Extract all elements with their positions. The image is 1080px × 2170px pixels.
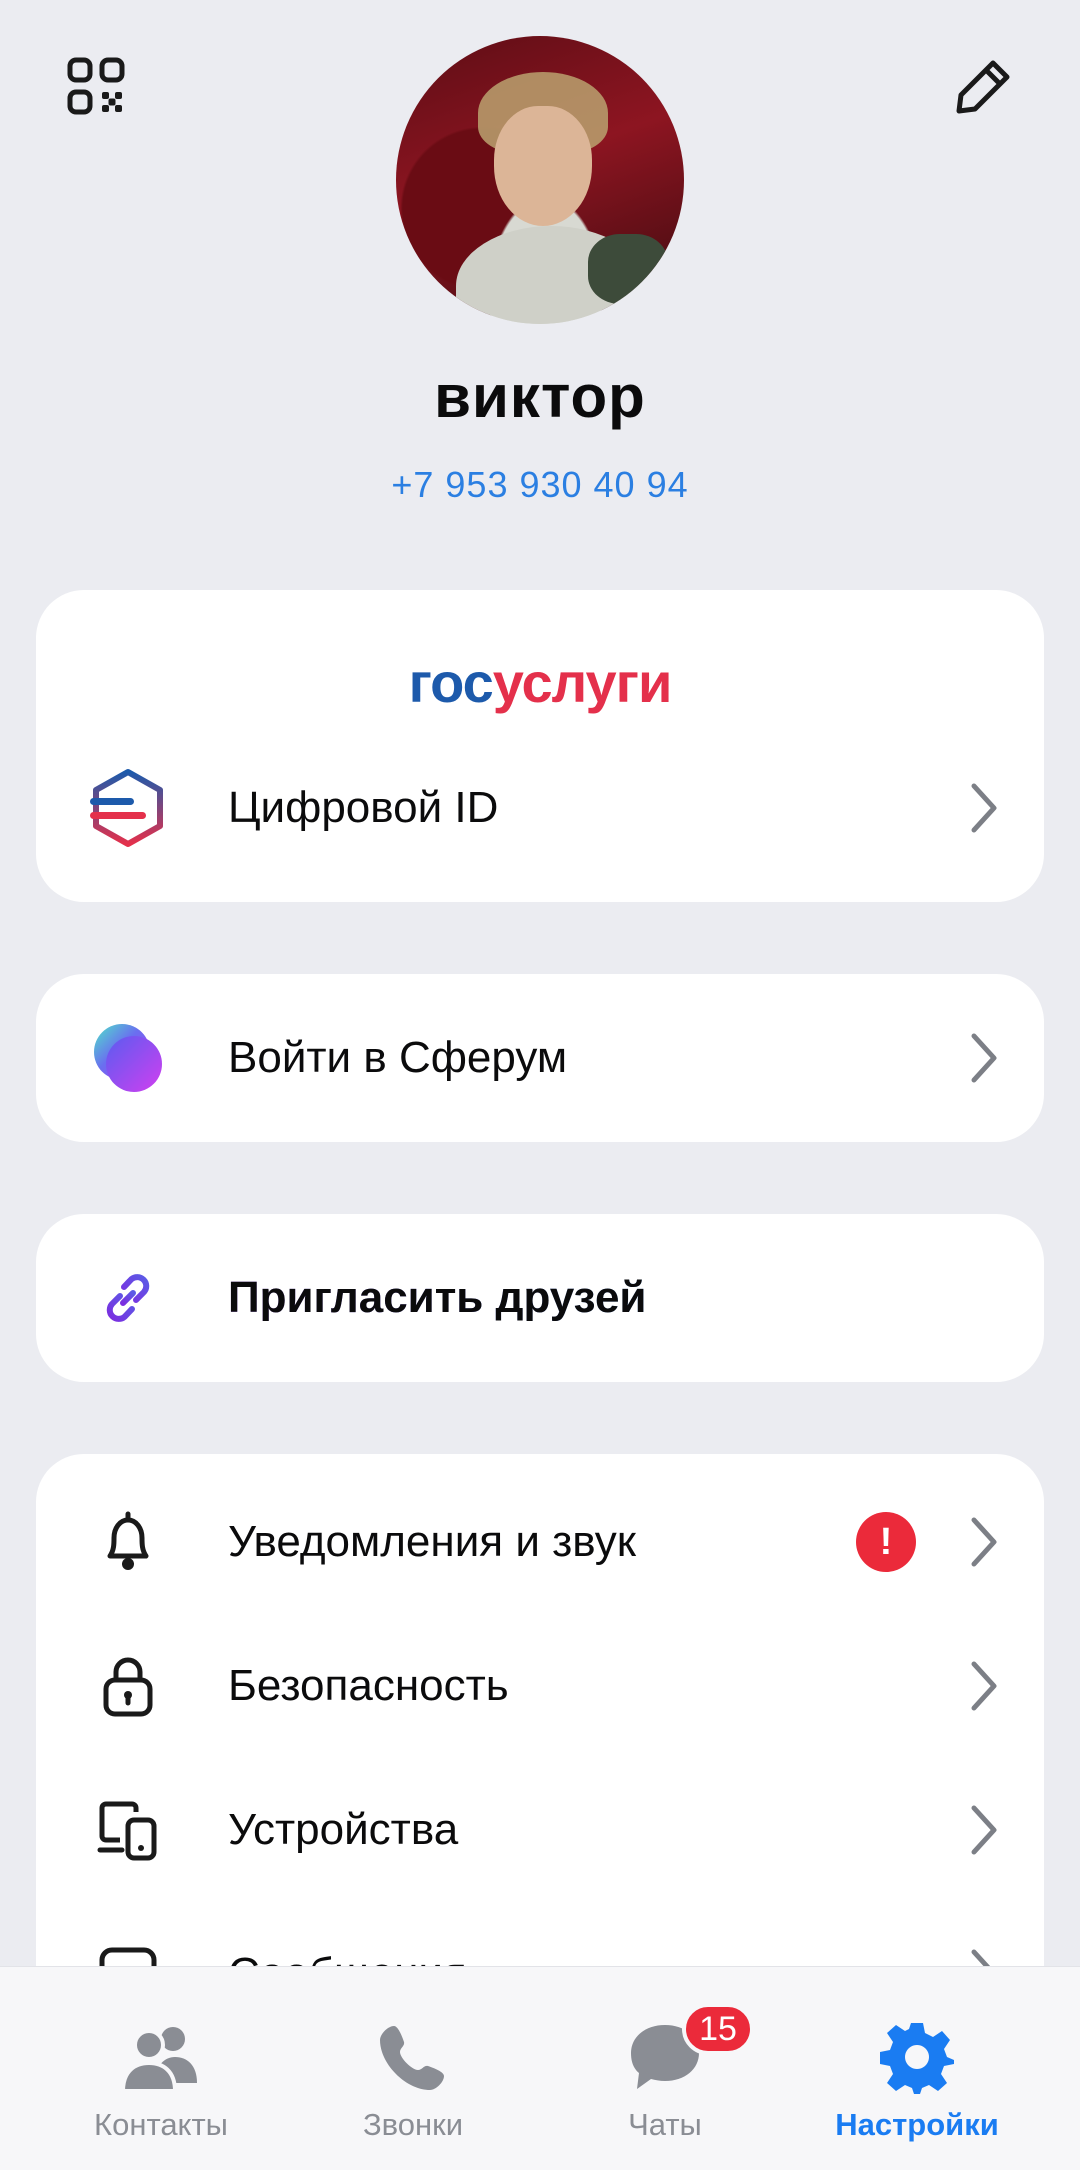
edit-profile-button[interactable] [948,50,1020,122]
nav-settings[interactable]: Настройки [782,1967,1052,2170]
sferum-label: Войти в Сферум [228,1033,568,1082]
digital-id-label: Цифровой ID [228,783,499,832]
profile-avatar[interactable] [396,36,684,324]
link-icon [88,1258,168,1338]
security-row[interactable]: Безопасность [36,1616,1044,1756]
nav-chats[interactable]: 15 Чаты [530,1967,800,2170]
profile-name: виктор [434,363,646,430]
pencil-icon [956,60,1010,114]
chats-unread-badge: 15 [682,2003,754,2055]
devices-row[interactable]: Устройства [36,1760,1044,1900]
invite-card[interactable]: Пригласить друзей [36,1214,1044,1382]
gosuslugi-logo: госуслуги [408,651,673,714]
nav-calls-label: Звонки [362,2107,464,2142]
phone-icon [373,2017,453,2097]
profile-phone: +7 953 930 40 94 [391,464,689,505]
chevron-right-icon [964,1658,1004,1714]
gosuslugi-card: госуслуги Цифровой ID [36,590,1044,902]
invite-friends-row[interactable]: Пригласить друзей [36,1228,1044,1368]
qr-code-button[interactable] [60,50,132,122]
alert-badge: ! [856,1512,916,1572]
bottom-navigation: Контакты Звонки 15 Чаты Настройки [0,1966,1080,2170]
devices-label: Устройства [228,1805,459,1854]
sferum-icon [88,1018,168,1098]
chevron-right-icon [964,1030,1004,1086]
chevron-right-icon [964,780,1004,836]
nav-contacts-label: Контакты [94,2107,228,2142]
sferum-row[interactable]: Войти в Сферум [36,988,1044,1128]
nav-calls[interactable]: Звонки [278,1967,548,2170]
nav-settings-label: Настройки [835,2107,999,2142]
lock-icon [88,1646,168,1726]
digital-id-row[interactable]: Цифровой ID [36,738,1044,878]
notifications-label: Уведомления и звук [228,1517,636,1566]
sferum-card[interactable]: Войти в Сферум [36,974,1044,1142]
nav-contacts[interactable]: Контакты [26,1967,296,2170]
settings-screen: виктор +7 953 930 40 94 госуслуги Цифров… [0,0,1080,2170]
nav-chats-label: Чаты [628,2107,702,2142]
invite-friends-label: Пригласить друзей [228,1273,647,1322]
devices-icon [88,1790,168,1870]
chevron-right-icon [964,1514,1004,1570]
digital-id-icon [88,768,168,848]
security-label: Безопасность [228,1661,509,1710]
qr-code-icon [67,57,125,115]
chevron-right-icon [964,1802,1004,1858]
notifications-row[interactable]: Уведомления и звук ! [36,1472,1044,1612]
gear-icon [877,2017,957,2097]
contacts-icon [121,2017,201,2097]
bell-icon [88,1502,168,1582]
